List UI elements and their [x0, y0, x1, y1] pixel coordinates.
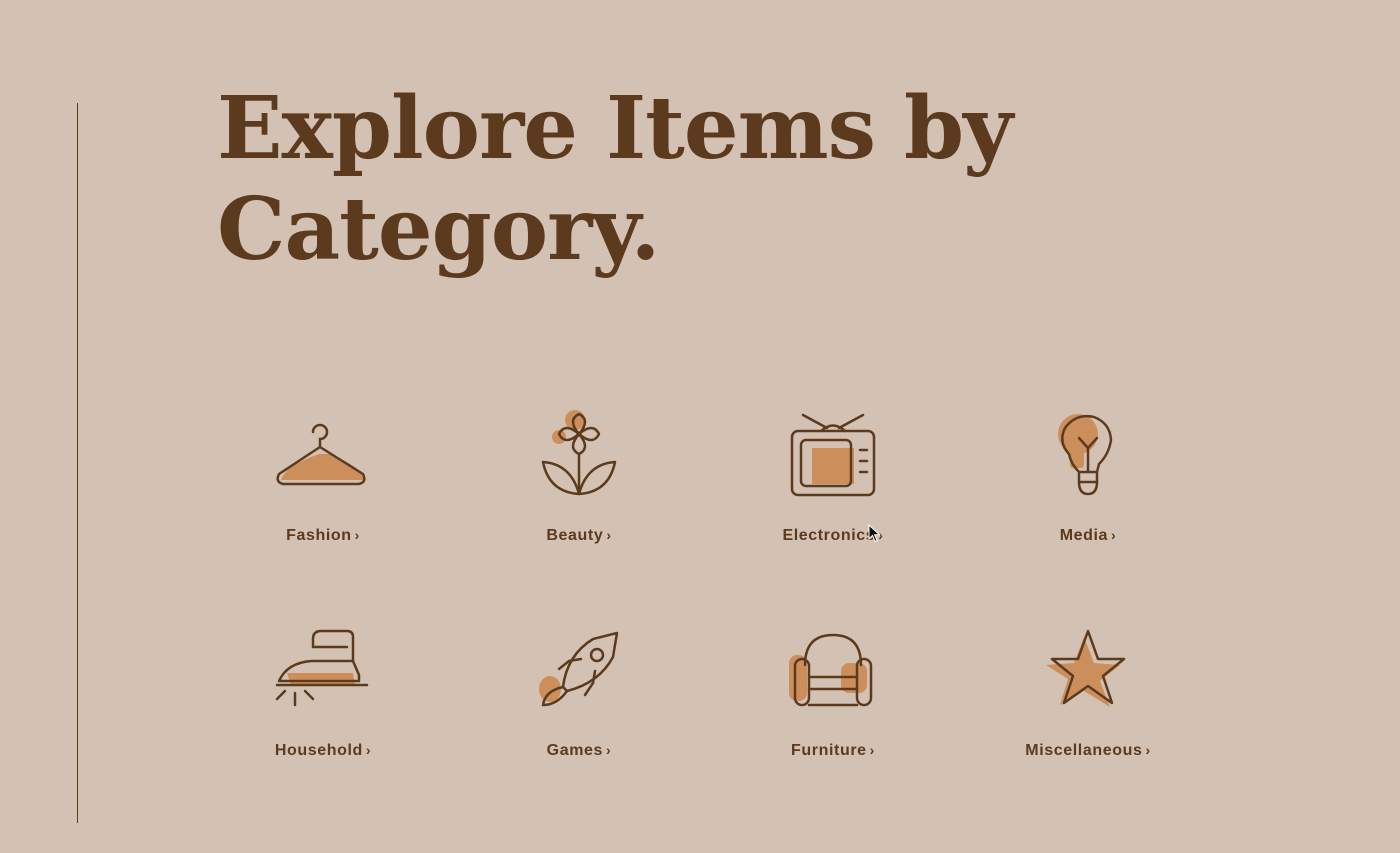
chevron-right-icon: ›: [1145, 742, 1151, 758]
category-electronics[interactable]: Electronics ›: [718, 410, 948, 545]
category-label-row: Beauty ›: [464, 527, 694, 545]
category-label: Household: [274, 742, 363, 759]
vertical-divider: [77, 103, 78, 823]
category-label: Media: [1059, 527, 1109, 544]
category-label: Furniture: [791, 742, 867, 759]
chevron-right-icon: ›: [606, 527, 612, 543]
chevron-right-icon: ›: [365, 742, 372, 758]
page-title-line-2: Category.: [217, 179, 660, 280]
chevron-right-icon: ›: [354, 527, 360, 543]
star-icon: [1046, 629, 1126, 707]
tv-icon: [790, 413, 876, 497]
category-media[interactable]: Media ›: [973, 410, 1203, 545]
armchair-icon: [789, 633, 873, 707]
category-label: Fashion: [286, 527, 352, 544]
iron-icon: [275, 629, 369, 707]
category-games[interactable]: Games ›: [464, 625, 694, 760]
chevron-right-icon: ›: [1111, 527, 1117, 543]
category-furniture[interactable]: Furniture ›: [718, 625, 948, 760]
page-title: Explore Items by Category.: [217, 78, 1017, 280]
category-label: Miscellaneous: [1025, 742, 1143, 759]
category-label-row: Games ›: [464, 742, 694, 760]
category-beauty[interactable]: Beauty ›: [464, 410, 694, 545]
category-label-row: Electronics ›: [718, 527, 948, 545]
chevron-right-icon: ›: [606, 742, 612, 758]
mouse-pointer-icon: [868, 524, 881, 543]
category-label-row: Miscellaneous ›: [973, 742, 1203, 760]
category-miscellaneous[interactable]: Miscellaneous ›: [973, 625, 1203, 760]
lightbulb-icon: [1058, 414, 1113, 496]
category-label: Games: [546, 742, 604, 759]
page-title-line-1: Explore Items by: [217, 78, 1013, 179]
category-label: Electronics: [782, 527, 876, 544]
hanger-icon: [276, 423, 366, 486]
category-label-row: Media ›: [973, 527, 1203, 545]
flower-icon: [541, 410, 617, 496]
category-fashion[interactable]: Fashion ›: [208, 410, 438, 545]
rocket-icon: [539, 631, 619, 707]
category-household[interactable]: Household ›: [208, 625, 438, 760]
category-label-row: Household ›: [208, 742, 438, 760]
category-label-row: Fashion ›: [208, 527, 438, 545]
chevron-right-icon: ›: [869, 742, 875, 758]
category-label: Beauty: [546, 527, 604, 544]
category-label-row: Furniture ›: [718, 742, 948, 760]
